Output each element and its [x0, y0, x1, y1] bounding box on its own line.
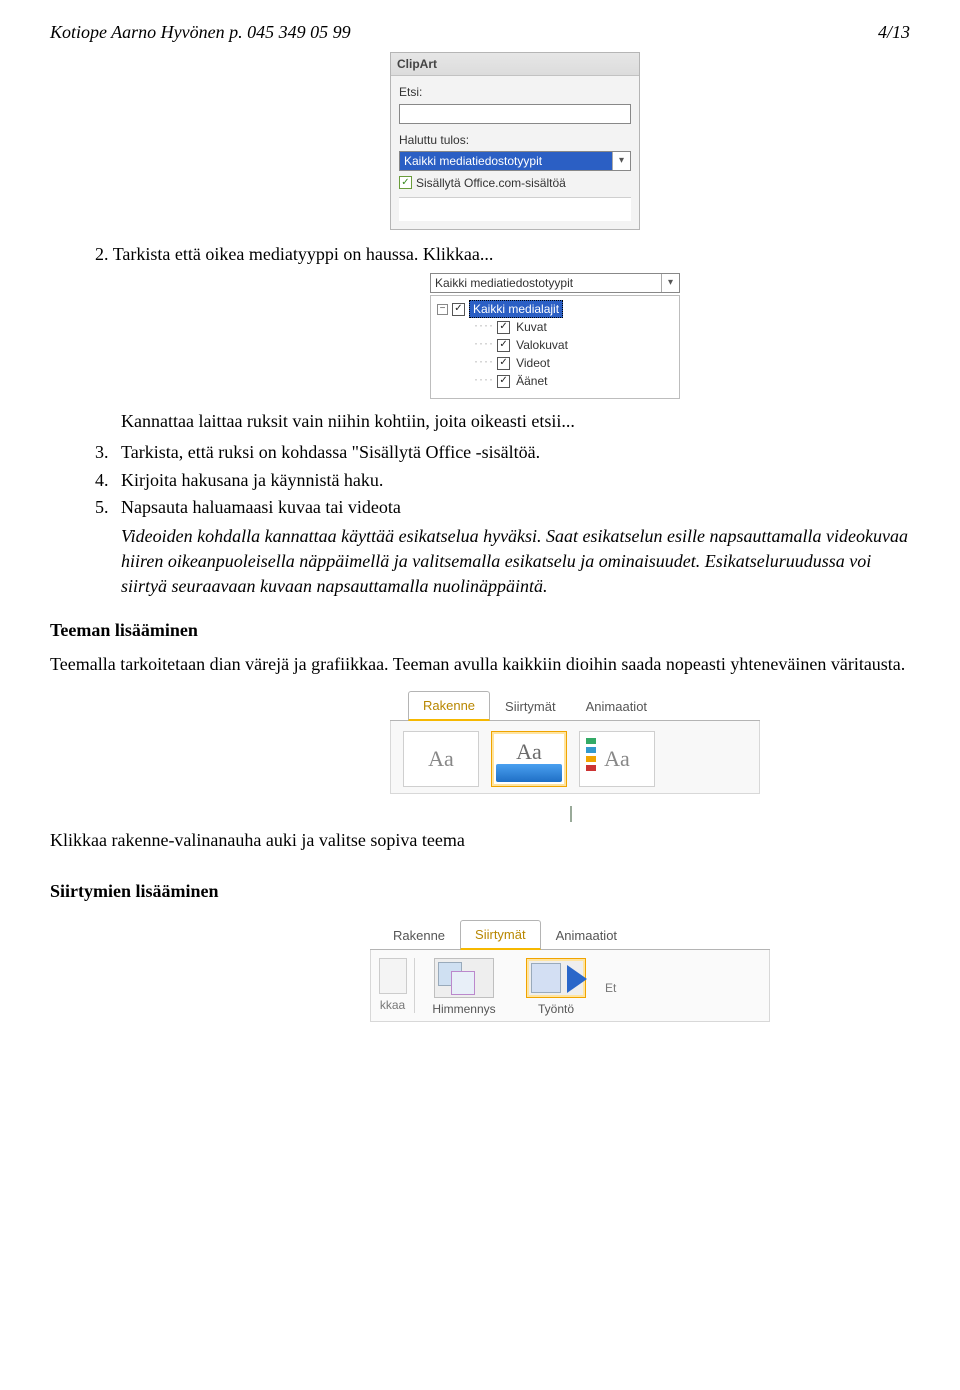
step-3: 3. Tarkista, että ruksi on kohdassa "Sis… [95, 440, 910, 465]
theme-label: Aa [428, 744, 454, 774]
checkbox-checked-icon: ✓ [497, 339, 510, 352]
tab-siirtymat[interactable]: Siirtymät [460, 920, 541, 950]
step-2-num: 2. [95, 244, 109, 264]
haluttu-tulos-label: Haluttu tulos: [399, 132, 631, 148]
step-4: 4. Kirjoita hakusana ja käynnistä haku. [95, 468, 910, 493]
ribbon-content: Aa Aa Aa [390, 721, 760, 794]
etsi-label: Etsi: [399, 84, 631, 100]
page-header: Kotiope Aarno Hyvönen p. 045 349 05 99 4… [50, 20, 910, 44]
tab-animaatiot[interactable]: Animaatiot [571, 692, 662, 720]
header-left: Kotiope Aarno Hyvönen p. 045 349 05 99 [50, 20, 351, 44]
transition-fade[interactable]: Himmennys [421, 958, 507, 1017]
include-office-checkbox[interactable]: ✓ Sisällytä Office.com-sisältöä [399, 175, 631, 191]
push-icon [526, 958, 586, 998]
steps-list: Kannattaa laittaa ruksit vain niihin koh… [95, 409, 910, 520]
tree-item-label: Videot [514, 355, 552, 371]
design-ribbon: Rakenne Siirtymät Animaatiot Aa Aa Aa [390, 693, 760, 794]
heading-siirtymien-lisaaminen: Siirtymien lisääminen [50, 879, 910, 903]
fade-icon [434, 958, 494, 998]
step3-intro: Kannattaa laittaa ruksit vain niihin koh… [121, 409, 910, 434]
tree-connector-icon: ···· [473, 338, 493, 352]
fade-label: Himmennys [432, 1002, 495, 1016]
collapse-icon[interactable]: − [437, 304, 448, 315]
rakenne-instruction: Klikkaa rakenne-valinanauha auki ja vali… [50, 828, 910, 853]
theme-label: Aa [604, 744, 630, 774]
transition-icon[interactable] [379, 958, 407, 994]
results-area [399, 197, 631, 221]
step-2-text: Tarkista että oikea mediatyyppi on hauss… [113, 244, 494, 264]
step-4-text: Kirjoita hakusana ja käynnistä haku. [121, 468, 383, 493]
step-5-text: Napsauta haluamaasi kuvaa tai videota [121, 495, 401, 520]
callout-line [570, 806, 572, 822]
tree-dropdown-text: Kaikki mediatiedostotyypit [431, 274, 661, 292]
chevron-down-icon: ▾ [612, 152, 630, 170]
chevron-down-icon: ▾ [661, 274, 679, 292]
tab-animaatiot[interactable]: Animaatiot [541, 921, 632, 949]
checkbox-checked-icon: ✓ [497, 321, 510, 334]
push-label: Työntö [538, 1002, 574, 1016]
tab-siirtymat[interactable]: Siirtymät [490, 692, 571, 720]
tree-item[interactable]: ···· ✓ Videot [437, 354, 673, 372]
step-5: 5. Napsauta haluamaasi kuvaa tai videota [95, 495, 910, 520]
overflow-label: Et [605, 958, 629, 996]
mediatype-selected: Kaikki mediatiedostotyypit [400, 152, 612, 170]
tree-connector-icon: ···· [473, 320, 493, 334]
mediatype-dropdown[interactable]: Kaikki mediatiedostotyypit ▾ [399, 151, 631, 171]
clipart-pane: ClipArt Etsi: Haluttu tulos: Kaikki medi… [390, 52, 640, 230]
step-4-num: 4. [95, 468, 121, 493]
tab-rakenne[interactable]: Rakenne [378, 921, 460, 949]
tree-panel: − ✓ Kaikki medialajit ···· ✓ Kuvat ···· … [430, 295, 680, 399]
tree-item-label: Valokuvat [514, 337, 570, 353]
tab-rakenne[interactable]: Rakenne [408, 691, 490, 721]
header-right: 4/13 [878, 20, 910, 44]
tree-root-label: Kaikki medialajit [469, 300, 563, 318]
mediatype-tree-panel: Kaikki mediatiedostotyypit ▾ − ✓ Kaikki … [430, 273, 680, 399]
tree-connector-icon: ···· [473, 374, 493, 388]
transitions-ribbon: Rakenne Siirtymät Animaatiot kkaa Himmen… [370, 922, 770, 1022]
ribbon-tabs: Rakenne Siirtymät Animaatiot [390, 693, 760, 721]
tree-dropdown-header[interactable]: Kaikki mediatiedostotyypit ▾ [430, 273, 680, 293]
step-2: 2. Tarkista että oikea mediatyyppi on ha… [95, 242, 910, 267]
cut-label: kkaa [380, 998, 405, 1012]
theme-tile[interactable]: Aa [579, 731, 655, 787]
cut-transition-label: kkaa [377, 958, 415, 1013]
theme-color-bars [586, 738, 596, 780]
checkbox-checked-icon: ✓ [399, 176, 412, 189]
theme-label: Aa [516, 737, 542, 767]
clipart-title: ClipArt [391, 53, 639, 76]
tree-item[interactable]: ···· ✓ Valokuvat [437, 336, 673, 354]
tree-item-label: Äänet [514, 373, 549, 389]
ribbon2-tabs: Rakenne Siirtymät Animaatiot [370, 922, 770, 950]
heading-teeman-lisaaminen: Teeman lisääminen [50, 618, 910, 642]
tree-item[interactable]: ···· ✓ Kuvat [437, 318, 673, 336]
teema-paragraph: Teemalla tarkoitetaan dian värejä ja gra… [50, 652, 910, 677]
theme-tile-selected[interactable]: Aa [491, 731, 567, 787]
checkbox-checked-icon: ✓ [497, 375, 510, 388]
step-3-text: Tarkista, että ruksi on kohdassa "Sisäll… [121, 440, 540, 465]
checkbox-checked-icon: ✓ [497, 357, 510, 370]
tree-item[interactable]: ···· ✓ Äänet [437, 372, 673, 390]
transition-push[interactable]: Työntö [513, 958, 599, 1017]
ribbon2-content: kkaa Himmennys Työntö Et [370, 950, 770, 1022]
theme-tile[interactable]: Aa [403, 731, 479, 787]
tree-connector-icon: ···· [473, 356, 493, 370]
step-3-num: 3. [95, 440, 121, 465]
step-5-num: 5. [95, 495, 121, 520]
include-office-label: Sisällytä Office.com-sisältöä [416, 175, 566, 191]
tree-item-label: Kuvat [514, 319, 549, 335]
search-input[interactable] [399, 104, 631, 124]
video-preview-note: Videoiden kohdalla kannattaa käyttää esi… [121, 524, 910, 600]
checkbox-checked-icon: ✓ [452, 303, 465, 316]
tree-root-row[interactable]: − ✓ Kaikki medialajit [437, 300, 673, 318]
